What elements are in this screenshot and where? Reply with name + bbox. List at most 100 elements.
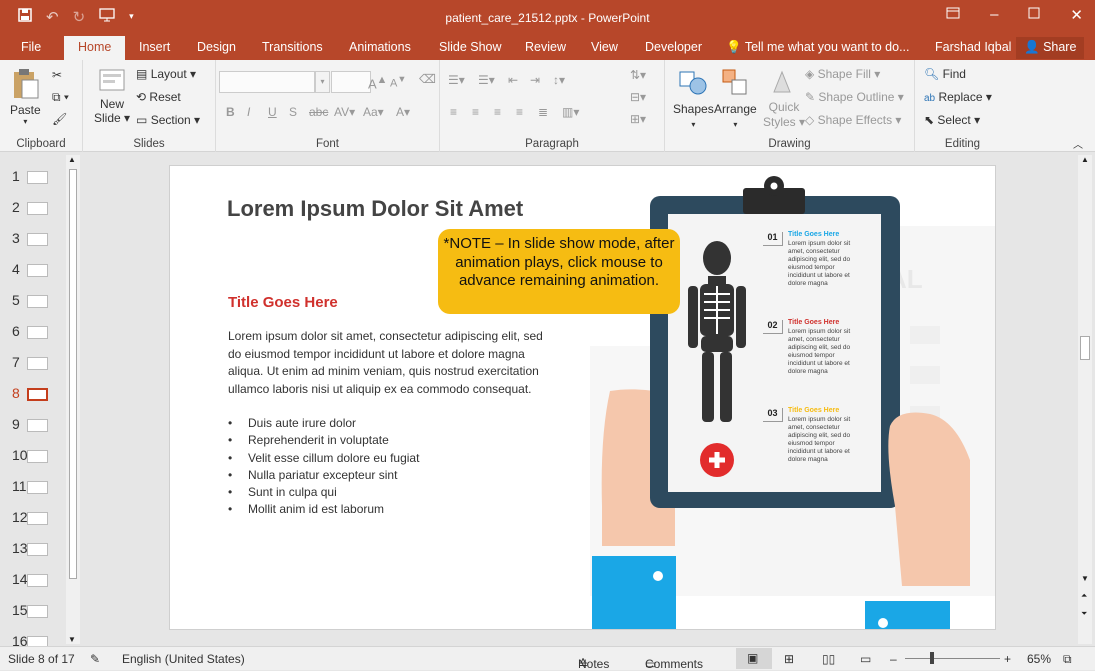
replace-button[interactable]: ab Replace ▾ [924,90,992,104]
italic-icon[interactable]: I [247,105,250,119]
previous-slide-icon[interactable]: ⏶ [1081,591,1087,601]
thumbnails-scroll-thumb[interactable] [69,169,77,579]
font-name-dropdown-icon[interactable]: ▾ [315,71,330,93]
slide-thumbnail-number[interactable]: 7 [12,354,20,370]
align-text-icon[interactable]: ⊟▾ [630,90,646,104]
editor-scrollbar[interactable]: ▲ ▼ ⏶ ⏷ [1078,155,1092,644]
format-painter-icon[interactable]: 🖌 [52,112,67,126]
slide-thumbnail[interactable] [27,419,48,432]
strikethrough-icon[interactable]: abc [309,105,328,119]
slide-thumbnail-number[interactable]: 8 [12,385,20,401]
align-right-icon[interactable]: ≡ [494,105,501,119]
slide-title[interactable]: Lorem Ipsum Dolor Sit Amet [227,196,523,222]
slide-thumbnail-number[interactable]: 14 [12,571,28,587]
select-button[interactable]: ⬉ Select ▾ [924,113,980,127]
tab-transitions[interactable]: Transitions [262,40,323,54]
zoom-slider[interactable] [905,658,1000,659]
columns-icon[interactable]: ▥▾ [562,105,579,119]
increase-indent-icon[interactable]: ⇥ [530,73,540,87]
bullets-icon[interactable]: ☰▾ [448,73,465,87]
section-button[interactable]: ▭ Section ▾ [136,113,200,127]
slide-thumbnail-number[interactable]: 9 [12,416,20,432]
language-indicator[interactable]: English (United States) [122,652,245,666]
slide-paragraph[interactable]: Lorem ipsum dolor sit amet, consectetur … [228,328,558,398]
normal-view-button[interactable]: ▣ [736,648,772,669]
slide-thumbnail[interactable] [27,295,48,308]
font-name-combobox[interactable] [219,71,315,93]
slide-thumbnail[interactable] [27,326,48,339]
justify-icon[interactable]: ≡ [516,105,523,119]
layout-button[interactable]: ▤ Layout ▾ [136,67,196,81]
zoom-in-icon[interactable]: + [1004,652,1011,666]
align-left-icon[interactable]: ≡ [450,105,457,119]
shapes-button[interactable]: Shapes ▾ [673,68,714,132]
slide-thumbnail-number[interactable]: 12 [12,509,28,525]
shape-effects-button[interactable]: ◇ Shape Effects ▾ [805,113,901,127]
close-button[interactable]: ✕ [1070,6,1083,24]
font-color-icon[interactable]: A▾ [396,105,410,119]
smartart-icon[interactable]: ⊞▾ [630,112,646,126]
collapse-ribbon-icon[interactable]: ︿ [1073,136,1083,151]
slide-show-icon[interactable]: ▭ [860,652,871,666]
shape-outline-button[interactable]: ✎ Shape Outline ▾ [805,90,904,104]
zoom-slider-thumb[interactable] [930,652,934,664]
quick-styles-button[interactable]: Quick Styles ▾ [763,68,805,130]
shadow-icon[interactable]: S [289,105,297,119]
shape-fill-button[interactable]: ◈ Shape Fill ▾ [805,67,880,81]
slide-thumbnail[interactable] [27,264,48,277]
scroll-up-icon[interactable]: ▲ [68,155,76,164]
tab-view[interactable]: View [591,40,618,54]
slide-thumbnail[interactable] [27,388,48,401]
underline-icon[interactable]: U [268,105,277,119]
slide-thumbnail[interactable] [27,357,48,370]
tab-home[interactable]: Home [64,36,126,60]
slide-thumbnail[interactable] [27,171,48,184]
copy-icon[interactable]: ⧉ ▾ [52,90,69,105]
slide-thumbnail[interactable] [27,512,48,525]
tab-file[interactable]: File [21,40,41,54]
increase-font-icon[interactable]: A▲ [368,74,387,91]
text-direction-icon[interactable]: ⇅▾ [630,68,646,82]
reset-button[interactable]: ⟲ Reset [136,90,181,104]
zoom-level[interactable]: 65% [1027,652,1051,666]
slide-canvas[interactable]: AL Lorem Ipsum Dolor Sit Amet Title Goes… [169,165,996,630]
animation-note-callout[interactable]: *NOTE – In slide show mode, after animat… [438,229,680,314]
decrease-font-icon[interactable]: A▼ [390,74,406,90]
slide-thumbnail-number[interactable]: 1 [12,168,20,184]
slide-sorter-icon[interactable]: ⊞ [784,652,794,666]
tab-insert[interactable]: Insert [139,40,170,54]
change-case-icon[interactable]: Aa▾ [363,105,384,119]
scroll-up-icon[interactable]: ▲ [1081,155,1089,164]
slide-thumbnail[interactable] [27,233,48,246]
scroll-down-icon[interactable]: ▼ [68,635,76,644]
slide-thumbnail[interactable] [27,605,48,618]
tab-slide-show[interactable]: Slide Show [439,40,502,54]
align-center-icon[interactable]: ≡ [472,105,479,119]
slide-thumbnail[interactable] [27,450,48,463]
slide-thumbnail[interactable] [27,574,48,587]
next-slide-icon[interactable]: ⏷ [1081,609,1087,619]
find-button[interactable]: 🔍︎ Find [924,67,966,81]
tab-animations[interactable]: Animations [349,40,411,54]
slide-thumbnail-number[interactable]: 3 [12,230,20,246]
slide-thumbnail-number[interactable]: 13 [12,540,28,556]
maximize-button[interactable] [1028,6,1040,24]
distributed-icon[interactable]: ≣ [538,105,548,119]
slide-thumbnail[interactable] [27,202,48,215]
slide-thumbnail[interactable] [27,543,48,556]
share-button[interactable]: 👤 Share [1016,37,1085,59]
tell-me-search[interactable]: 💡 Tell me what you want to do... [726,40,910,55]
paste-button[interactable]: Paste ▾ [10,68,41,126]
slide-thumbnail-number[interactable]: 10 [12,447,28,463]
reading-view-icon[interactable]: ▯▯ [822,652,835,666]
clear-formatting-icon[interactable]: ⌫ [419,72,436,86]
fit-to-window-icon[interactable]: ⧉ [1063,652,1072,667]
line-spacing-icon[interactable]: ↕▾ [553,73,565,87]
font-size-combobox[interactable] [331,71,371,93]
cut-icon[interactable]: ✂ [52,68,62,82]
ribbon-display-icon[interactable] [946,6,960,24]
tab-design[interactable]: Design [197,40,236,54]
slide-thumbnail-number[interactable]: 15 [12,602,28,618]
tab-developer[interactable]: Developer [645,40,702,54]
user-name[interactable]: Farshad Iqbal [935,40,1011,54]
